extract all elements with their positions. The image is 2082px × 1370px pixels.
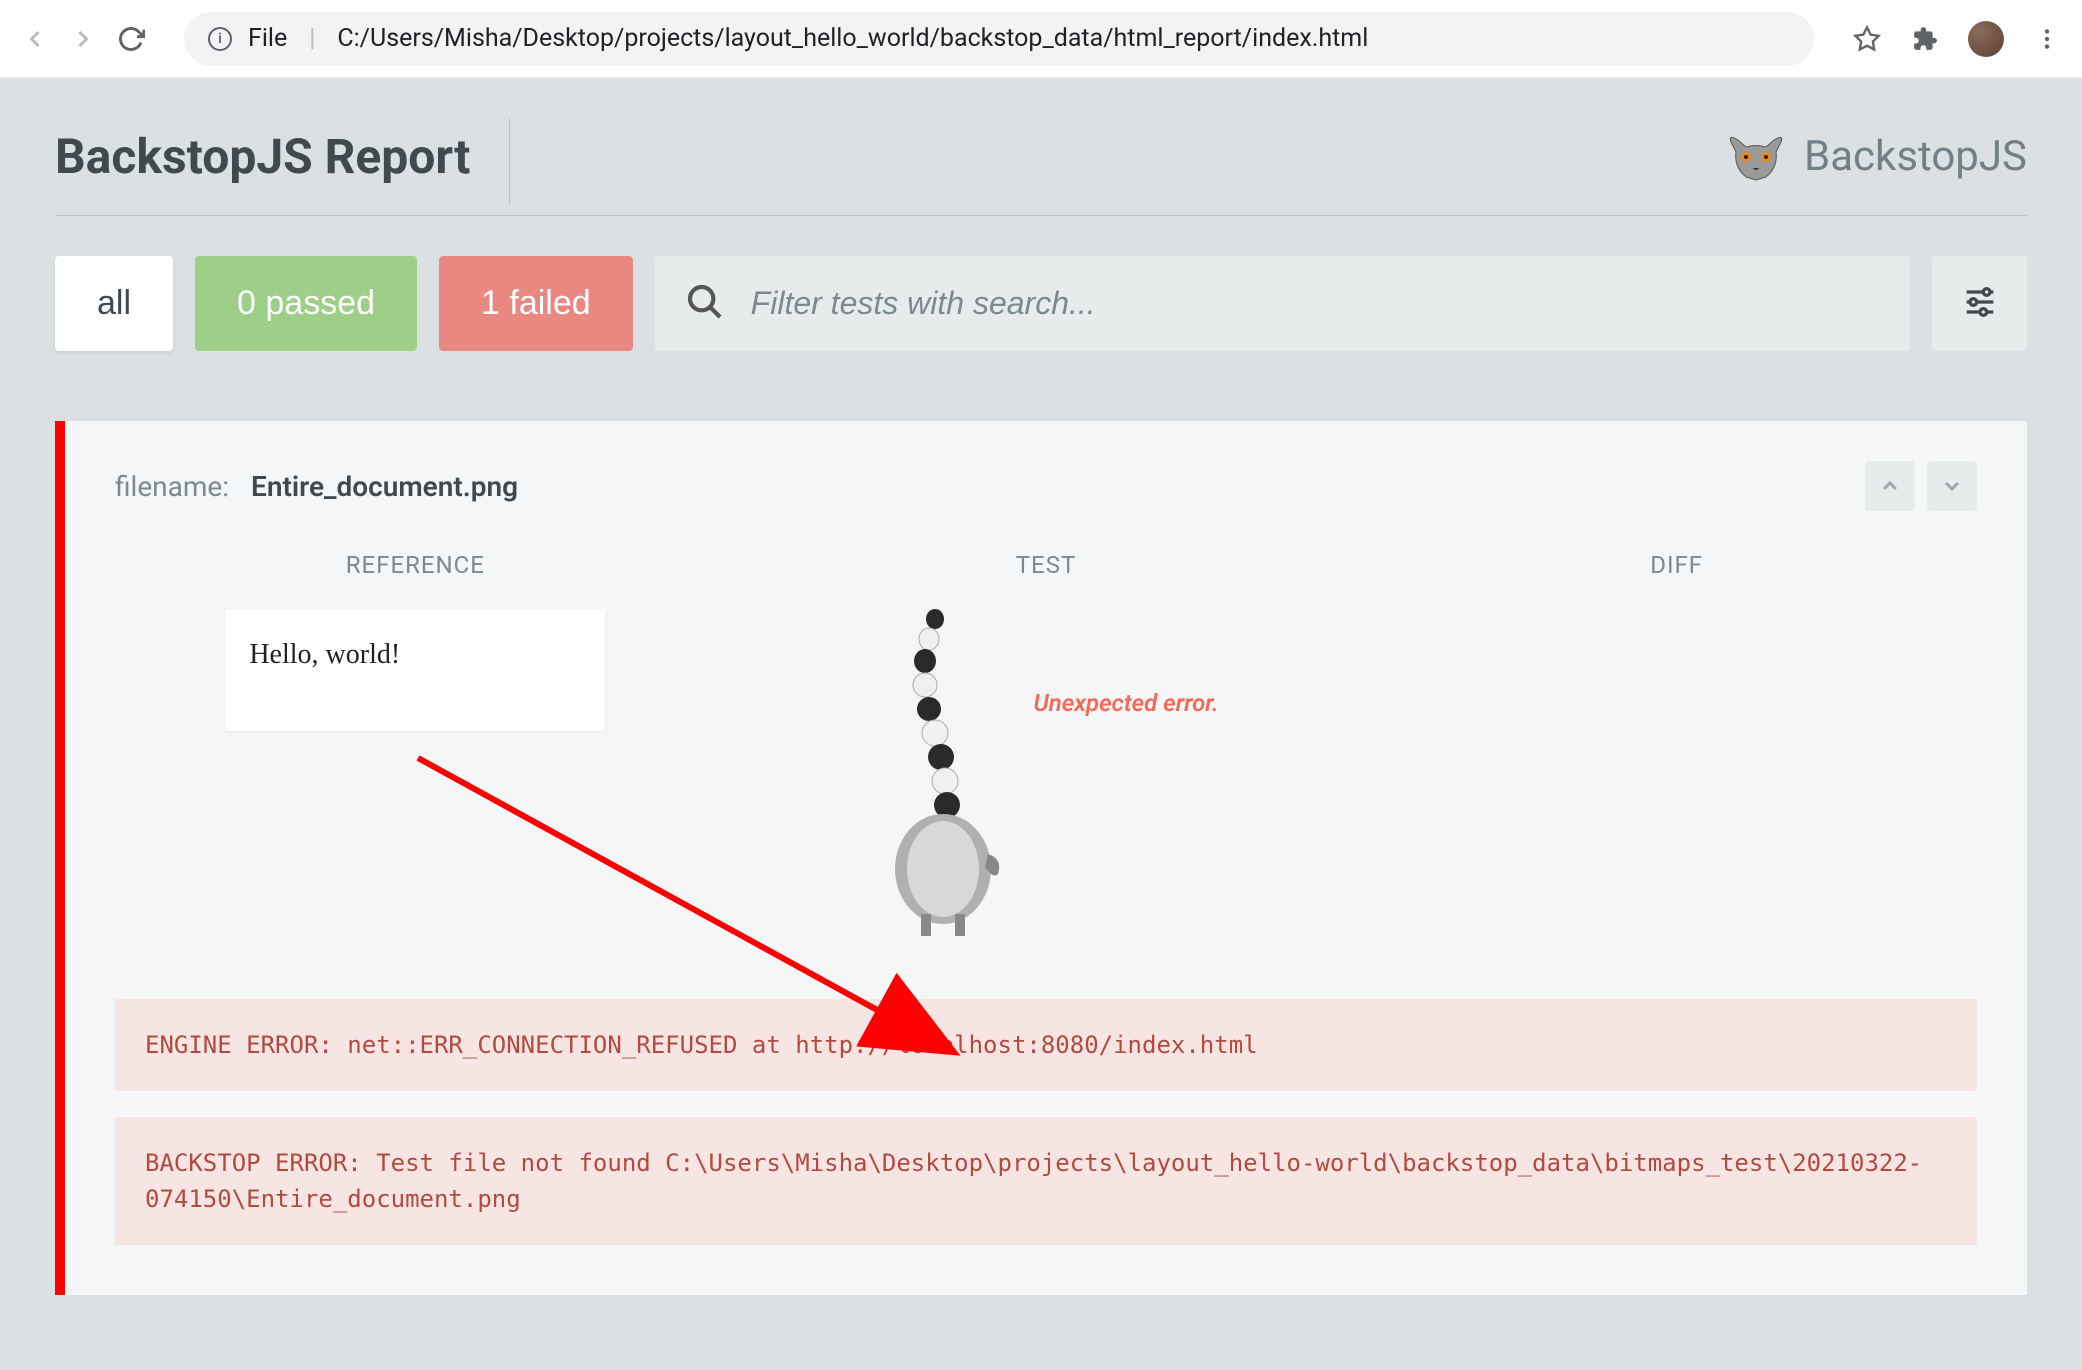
reference-image[interactable]: Hello, world!	[225, 609, 605, 731]
url-scheme: File	[248, 24, 287, 53]
comparison-columns: REFERENCE Hello, world! TEST	[115, 551, 1977, 939]
filter-all-button[interactable]: all	[55, 256, 173, 351]
test-column: TEST	[746, 551, 1347, 939]
search-container	[655, 256, 1910, 351]
bookmark-star-icon[interactable]	[1852, 24, 1882, 54]
engine-error-box: ENGINE ERROR: net::ERR_CONNECTION_REFUSE…	[115, 999, 1977, 1091]
reload-button[interactable]	[116, 24, 146, 54]
filter-passed-button[interactable]: 0 passed	[195, 256, 417, 351]
lemur-error-icon	[873, 609, 1013, 939]
test-error-text: Unexpected error.	[1033, 689, 1218, 717]
filename-label: filename:	[115, 470, 229, 503]
avatar[interactable]	[1968, 21, 2004, 57]
browser-toolbar: i File | C:/Users/Misha/Desktop/projects…	[0, 0, 2082, 78]
info-icon: i	[208, 27, 232, 51]
kebab-menu-icon[interactable]	[2032, 24, 2062, 54]
card-nav-arrows	[1865, 461, 1977, 511]
reference-header: REFERENCE	[115, 551, 716, 579]
url-divider: |	[309, 24, 315, 53]
page-title: BackstopJS Report	[55, 128, 470, 185]
reference-column: REFERENCE Hello, world!	[115, 551, 716, 939]
test-header: TEST	[746, 551, 1347, 579]
brand: BackstopJS	[1726, 132, 2027, 182]
prev-test-button[interactable]	[1865, 461, 1915, 511]
page-header: BackstopJS Report BackstopJS	[55, 128, 2027, 216]
chrome-actions	[1852, 21, 2062, 57]
brand-text: BackstopJS	[1804, 132, 2027, 181]
forward-button[interactable]	[68, 24, 98, 54]
url-path: C:/Users/Misha/Desktop/projects/layout_h…	[337, 24, 1368, 53]
filename-value: Entire_document.png	[251, 470, 518, 503]
lemur-head-icon	[1726, 132, 1786, 182]
filter-failed-button[interactable]: 1 failed	[439, 256, 633, 351]
test-card: filename: Entire_document.png REFERENCE …	[55, 421, 2027, 1295]
settings-button[interactable]	[1932, 256, 2027, 351]
search-icon	[685, 282, 725, 326]
filename-row: filename: Entire_document.png	[115, 461, 1977, 511]
backstop-error-box: BACKSTOP ERROR: Test file not found C:\U…	[115, 1117, 1977, 1245]
filter-bar: all 0 passed 1 failed	[55, 256, 2027, 351]
sliders-icon	[1960, 282, 2000, 325]
address-bar[interactable]: i File | C:/Users/Misha/Desktop/projects…	[184, 12, 1814, 66]
search-input[interactable]	[751, 285, 1880, 322]
diff-column: DIFF	[1376, 551, 1977, 939]
diff-header: DIFF	[1376, 551, 1977, 579]
report-page: BackstopJS Report BackstopJS all 0 passe…	[0, 78, 2082, 1370]
next-test-button[interactable]	[1927, 461, 1977, 511]
reference-content: Hello, world!	[249, 639, 400, 670]
back-button[interactable]	[20, 24, 50, 54]
extensions-icon[interactable]	[1910, 24, 1940, 54]
